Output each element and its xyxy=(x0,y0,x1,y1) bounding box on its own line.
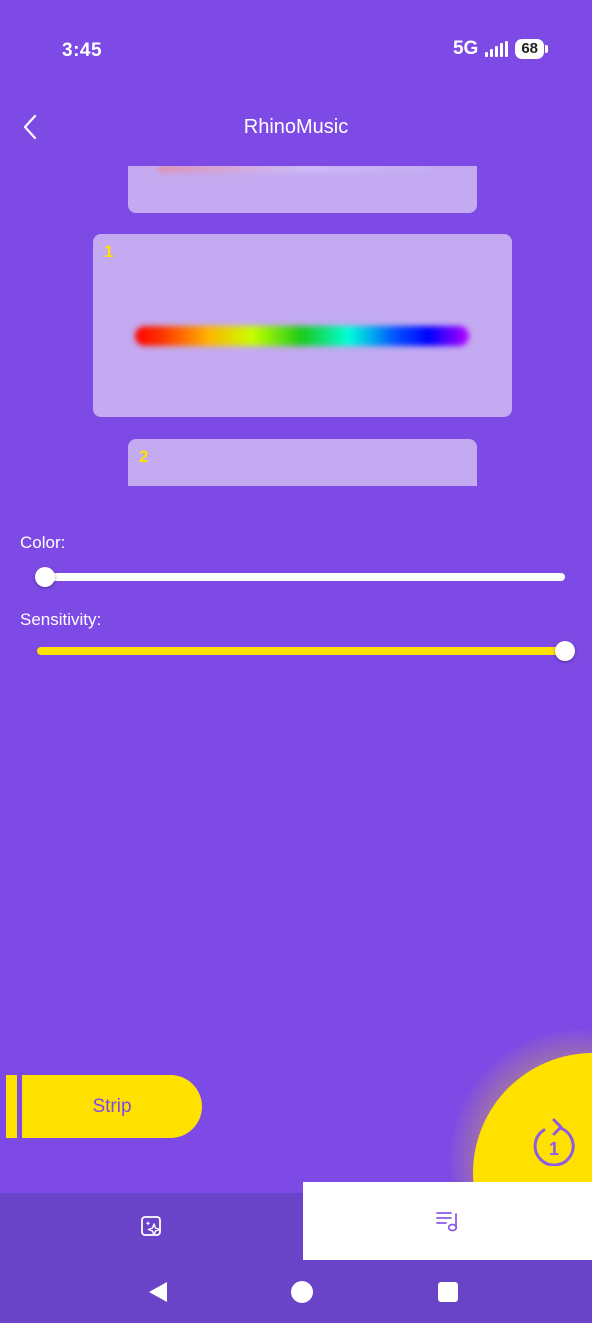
color-label: Color: xyxy=(20,533,66,552)
status-time: 3:45 xyxy=(62,40,103,61)
nav-recents-icon[interactable] xyxy=(436,1280,460,1304)
system-nav-bar xyxy=(0,1260,592,1323)
signal-icon xyxy=(485,41,509,57)
sensitivity-label: Sensitivity: xyxy=(20,610,102,629)
strip-index: 1 xyxy=(104,242,114,261)
bottom-tab-bar xyxy=(0,1182,592,1260)
replay-badge: 1 xyxy=(549,1139,559,1159)
app-screen: 3:45 5G 68 RhinoMusic 1 2 Color: Sensiti… xyxy=(0,0,592,1323)
rainbow-strip xyxy=(135,326,469,346)
page-title: RhinoMusic xyxy=(243,116,349,138)
battery-icon: 68 xyxy=(515,39,548,59)
replay-one-icon[interactable]: 1 xyxy=(530,1114,578,1166)
sparkle-image-icon xyxy=(140,1215,161,1236)
strip-button[interactable]: Strip xyxy=(22,1075,202,1138)
nav-back-icon[interactable] xyxy=(146,1280,170,1304)
tab-effects[interactable] xyxy=(0,1193,303,1260)
sensitivity-slider-thumb[interactable] xyxy=(555,641,575,661)
nav-home-icon[interactable] xyxy=(290,1280,314,1304)
color-slider-thumb[interactable] xyxy=(35,567,55,587)
status-bar: 3:45 5G 68 xyxy=(0,0,592,100)
strip-preview-previous[interactable] xyxy=(128,166,477,213)
color-slider[interactable] xyxy=(35,567,565,587)
music-list-icon xyxy=(435,1212,457,1232)
app-header: RhinoMusic xyxy=(0,100,592,156)
sensitivity-slider[interactable] xyxy=(37,641,575,661)
network-type: 5G xyxy=(452,38,479,59)
strip-glow xyxy=(158,166,448,172)
strip-preview-current[interactable]: 1 xyxy=(93,234,512,417)
strip-pill-edge xyxy=(6,1075,17,1138)
battery-level: 68 xyxy=(515,39,544,59)
strip-index: 2 xyxy=(139,447,149,466)
strip-preview-next[interactable]: 2 xyxy=(128,439,477,486)
tab-music[interactable] xyxy=(303,1182,592,1260)
status-indicators: 5G 68 xyxy=(453,38,548,60)
